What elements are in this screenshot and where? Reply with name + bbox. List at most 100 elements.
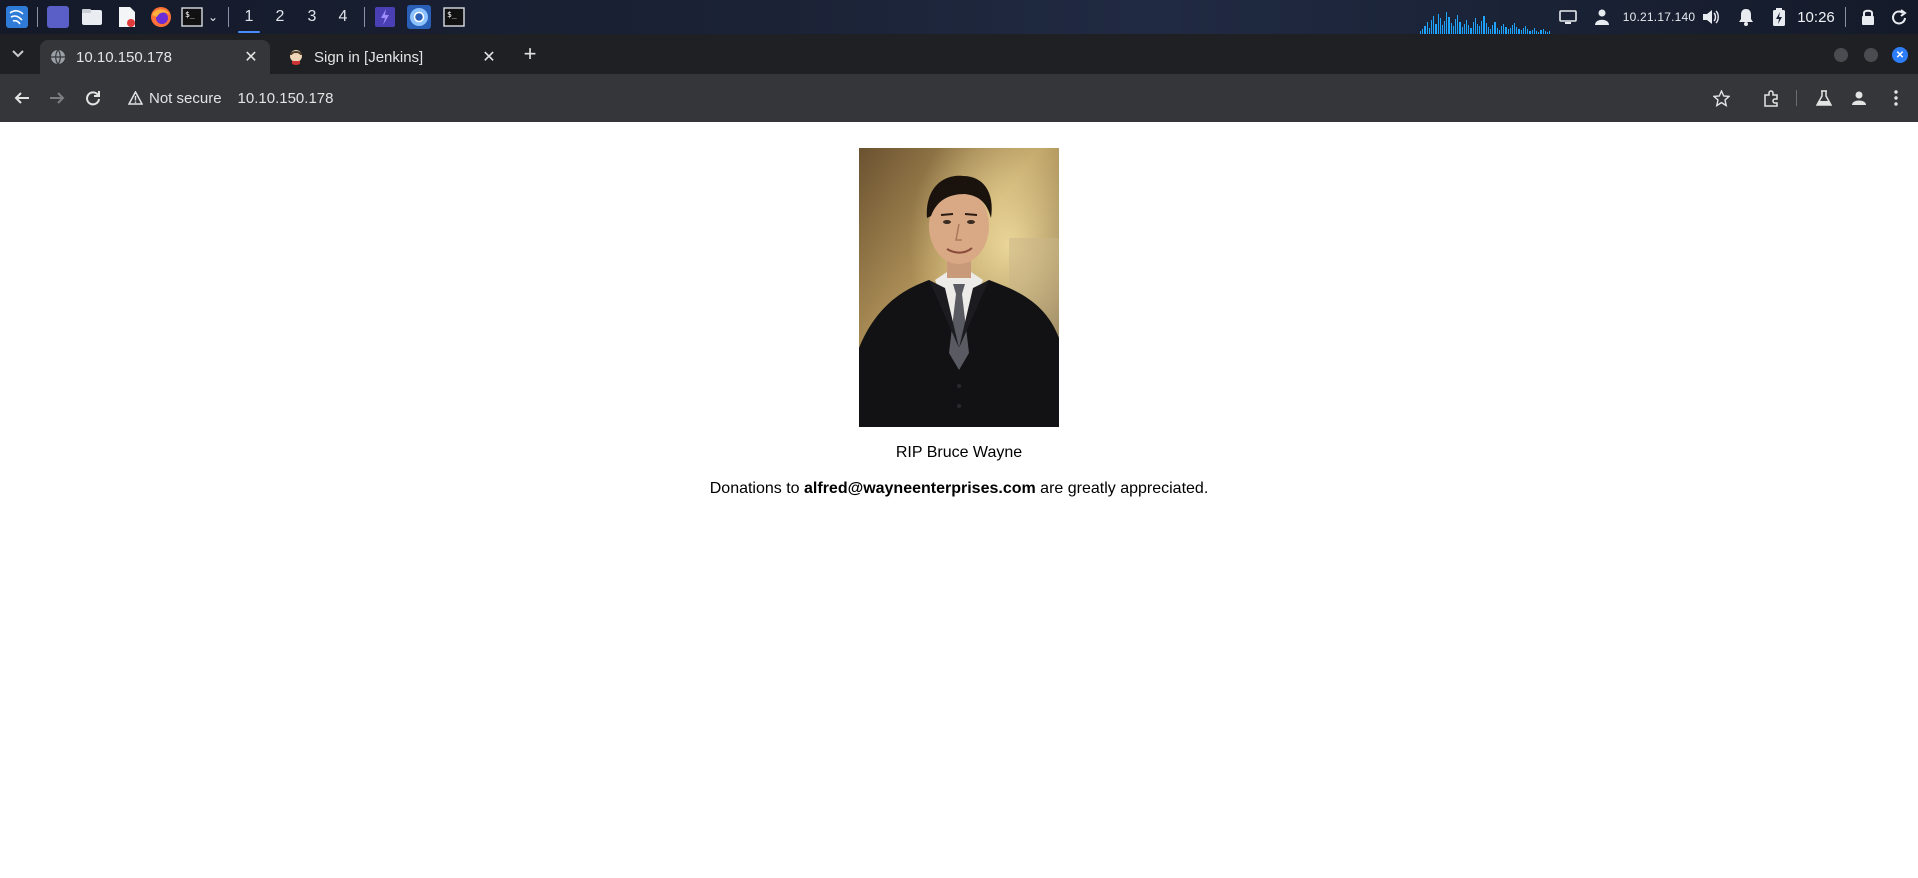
visualizer-bar: [1455, 19, 1457, 34]
workspace-label: 4: [338, 8, 348, 25]
portrait-image: [859, 148, 1059, 427]
close-tab-icon[interactable]: ✕: [480, 48, 498, 66]
security-indicator[interactable]: Not secure: [128, 90, 222, 107]
visualizer-bar: [1485, 23, 1487, 34]
memorial-caption: RIP Bruce Wayne: [895, 444, 1023, 461]
visualizer-bar: [1430, 20, 1433, 34]
globe-icon: [51, 49, 65, 65]
desktop-icon[interactable]: [46, 0, 70, 34]
workspace-label: 1: [244, 8, 254, 25]
donation-message: Donations to alfred@wayneenterprises.com…: [0, 480, 1918, 498]
svg-text:$_: $_: [185, 10, 195, 19]
visualizer-bar: [1465, 20, 1468, 34]
visualizer-bar: [1487, 27, 1489, 34]
display-icon[interactable]: [1557, 0, 1579, 34]
url-text[interactable]: 10.10.150.178: [238, 90, 334, 107]
labs-flask-icon[interactable]: [1812, 86, 1836, 110]
visualizer-bar: [1483, 16, 1485, 34]
chromium-icon[interactable]: [407, 0, 431, 34]
battery-charging-icon[interactable]: [1768, 0, 1790, 34]
tab-search-button[interactable]: [6, 42, 30, 66]
plus-icon: +: [523, 41, 537, 66]
visualizer-bar: [1457, 15, 1459, 34]
visualizer-bar: [1433, 16, 1435, 34]
more-menu-icon[interactable]: [1884, 86, 1908, 110]
chevron-down-icon: [12, 50, 24, 58]
visualizer-bar: [1511, 25, 1514, 34]
workspace-4[interactable]: 4: [328, 0, 358, 34]
visualizer-bar: [1437, 14, 1439, 34]
visualizer-bar: [1450, 23, 1452, 34]
visualizer-bar: [1463, 24, 1465, 34]
maximize-window-button[interactable]: [1864, 48, 1878, 62]
power-icon[interactable]: [1888, 0, 1910, 34]
security-label: Not secure: [149, 89, 222, 107]
bookmark-star-icon[interactable]: [1709, 86, 1733, 110]
vpn-icon[interactable]: [1591, 0, 1613, 34]
forward-button[interactable]: [45, 86, 69, 110]
visualizer-bar: [1494, 22, 1496, 34]
visualizer-bar: [1503, 24, 1505, 34]
workspace-2[interactable]: 2: [265, 0, 295, 34]
visualizer-bar: [1481, 21, 1483, 34]
taskbar-separator: [228, 7, 229, 27]
notification-bell-icon[interactable]: [1735, 0, 1757, 34]
toolbar-divider: [1796, 90, 1797, 106]
extensions-icon[interactable]: [1759, 86, 1783, 110]
tab-jenkins[interactable]: Sign in [Jenkins] ✕: [278, 40, 508, 74]
new-tab-button[interactable]: +: [518, 41, 542, 66]
address-bar[interactable]: Not secure 10.10.150.178: [118, 80, 1748, 116]
visualizer-bar: [1476, 24, 1479, 34]
taskbar-separator: [364, 7, 365, 27]
reload-icon: [86, 91, 100, 106]
tab-title: Sign in [Jenkins]: [314, 48, 424, 66]
visualizer-bar: [1444, 21, 1446, 34]
visualizer-bar: [1461, 27, 1463, 34]
terminal-window-icon[interactable]: $_: [442, 0, 466, 34]
visualizer-bar: [1435, 24, 1437, 34]
chevron-down-icon[interactable]: ⌄: [205, 0, 221, 34]
svg-text:$_: $_: [447, 10, 457, 19]
terminal-icon[interactable]: $_: [180, 0, 204, 34]
reload-button[interactable]: [81, 86, 105, 110]
back-button[interactable]: [10, 86, 34, 110]
text-editor-icon[interactable]: [115, 0, 139, 34]
firefox-icon[interactable]: [149, 0, 173, 34]
visualizer-bar: [1516, 27, 1518, 34]
app-launcher-icon[interactable]: [373, 0, 397, 34]
taskbar-separator: [37, 7, 38, 27]
visualizer-bar: [1439, 18, 1441, 34]
kali-menu-icon[interactable]: [4, 0, 30, 34]
close-window-button[interactable]: ✕: [1892, 47, 1908, 63]
workspace-label: 3: [307, 8, 317, 25]
volume-icon[interactable]: [1700, 0, 1722, 34]
donation-prefix: Donations to: [709, 480, 805, 497]
ip-address: 10.21.17.140: [1622, 10, 1696, 24]
arrow-left-icon: [14, 92, 29, 104]
donation-suffix: are greatly appreciated.: [1035, 480, 1209, 497]
workspace-label: 2: [275, 8, 285, 25]
os-taskbar: $_ ⌄ 1 2 3 4 $_ 10.21.17.140 10:26: [0, 0, 1918, 34]
audio-visualizer: [1420, 10, 1551, 34]
visualizer-bar: [1492, 25, 1494, 34]
file-manager-icon[interactable]: [80, 0, 104, 34]
visualizer-bar: [1468, 25, 1470, 34]
arrow-right-icon: [50, 92, 65, 104]
browser-toolbar: Not secure 10.10.150.178: [0, 74, 1918, 122]
workspace-1[interactable]: 1: [234, 0, 264, 34]
tab-active[interactable]: 10.10.150.178 ✕: [40, 40, 270, 74]
visualizer-bar: [1426, 22, 1428, 34]
tab-title: 10.10.150.178: [76, 48, 172, 66]
close-tab-icon[interactable]: ✕: [242, 48, 260, 66]
visualizer-bar: [1514, 23, 1516, 34]
web-page: RIP Bruce Wayne Donations to alfred@wayn…: [0, 122, 1918, 878]
minimize-window-button[interactable]: [1834, 48, 1848, 62]
profile-icon[interactable]: [1847, 86, 1871, 110]
jenkins-icon: [290, 50, 302, 65]
visualizer-bar: [1505, 27, 1507, 34]
workspace-3[interactable]: 3: [297, 0, 327, 34]
clock[interactable]: 10:26: [1795, 0, 1837, 34]
visualizer-bar: [1479, 26, 1481, 34]
visualizer-bar: [1448, 17, 1450, 34]
lock-icon[interactable]: [1858, 0, 1878, 34]
